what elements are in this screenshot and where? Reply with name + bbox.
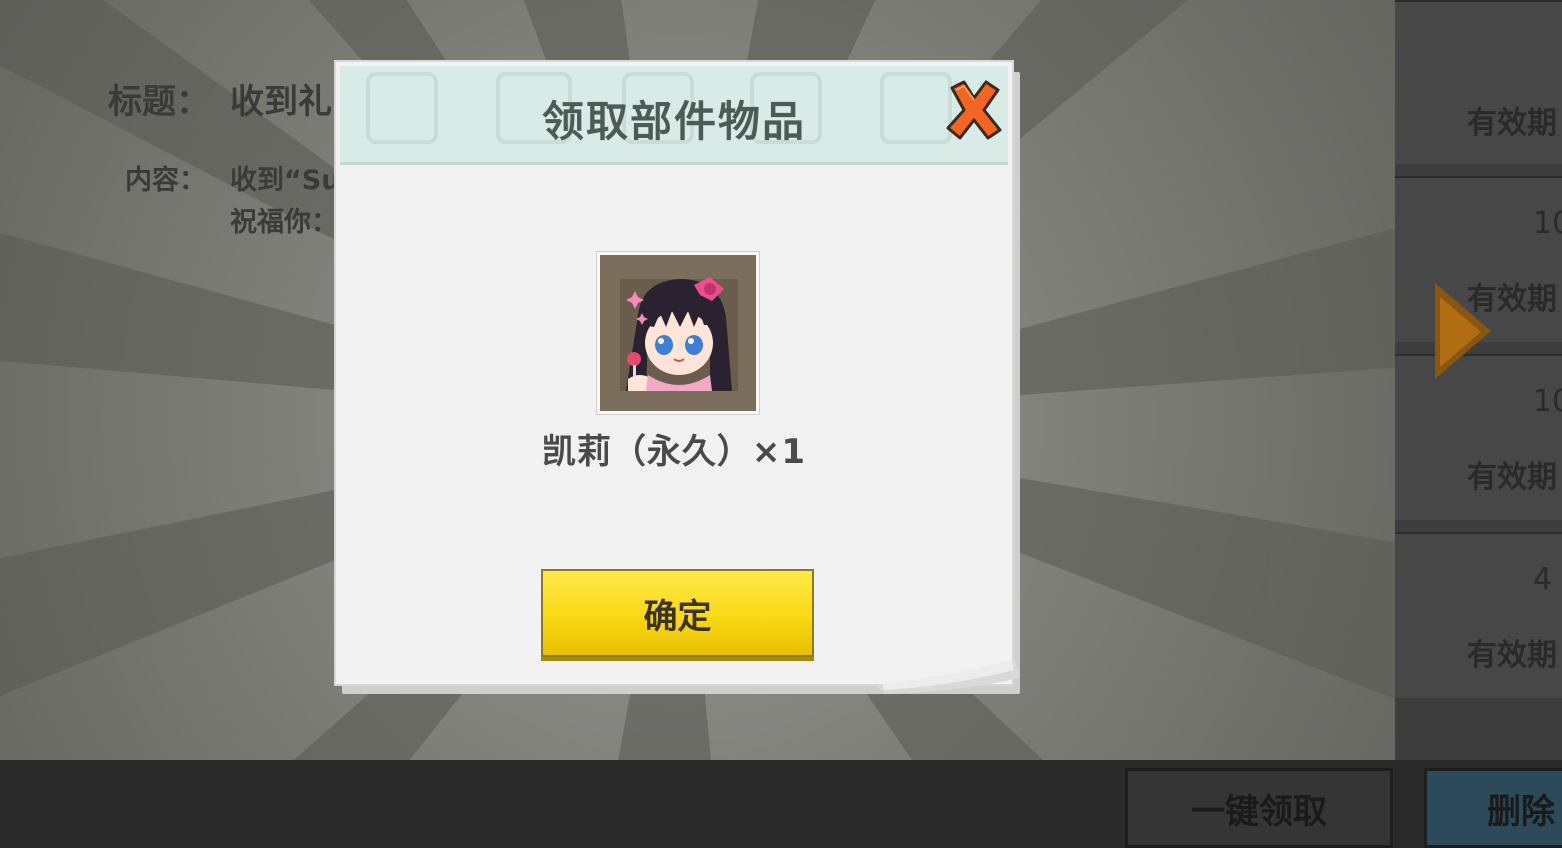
paper-curl-decoration <box>876 660 1020 694</box>
expire-label: 有效期 <box>1467 460 1557 495</box>
mail-list-panel[interactable]: 有效期 10 有效期 10 有效期 4 有效期 <box>1395 0 1562 760</box>
claim-all-button[interactable]: 一键领取 <box>1125 768 1393 848</box>
character-portrait-icon <box>620 277 738 391</box>
mail-count: 4 <box>1533 562 1553 597</box>
mail-count: 10 <box>1533 206 1562 241</box>
item-slot[interactable] <box>596 251 760 415</box>
mail-list-item[interactable]: 有效期 <box>1395 0 1562 164</box>
mail-title-text: 收到礼 <box>230 82 332 122</box>
confirm-button[interactable]: 确定 <box>541 569 814 657</box>
item-portrait-frame <box>600 255 756 411</box>
delete-button[interactable]: 删除 <box>1424 768 1562 848</box>
mail-content-label: 内容： <box>125 165 206 196</box>
expire-label: 有效期 <box>1467 638 1557 673</box>
close-icon[interactable] <box>944 78 1004 142</box>
dialog-title: 领取部件物品 <box>541 97 806 146</box>
mail-count: 10 <box>1533 384 1562 419</box>
arrow-right-icon-fill <box>1440 297 1481 367</box>
expire-label: 有效期 <box>1467 106 1557 141</box>
mail-list-item[interactable]: 4 有效期 <box>1395 532 1562 698</box>
mail-title-label: 标题： <box>108 82 210 122</box>
mail-content-text: 收到“Su <box>230 165 341 196</box>
item-name: 凯莉（永久）×1 <box>541 432 807 472</box>
mail-content-text-2: 祝福你： <box>230 207 338 238</box>
dialog-header: 领取部件物品 <box>340 66 1008 165</box>
